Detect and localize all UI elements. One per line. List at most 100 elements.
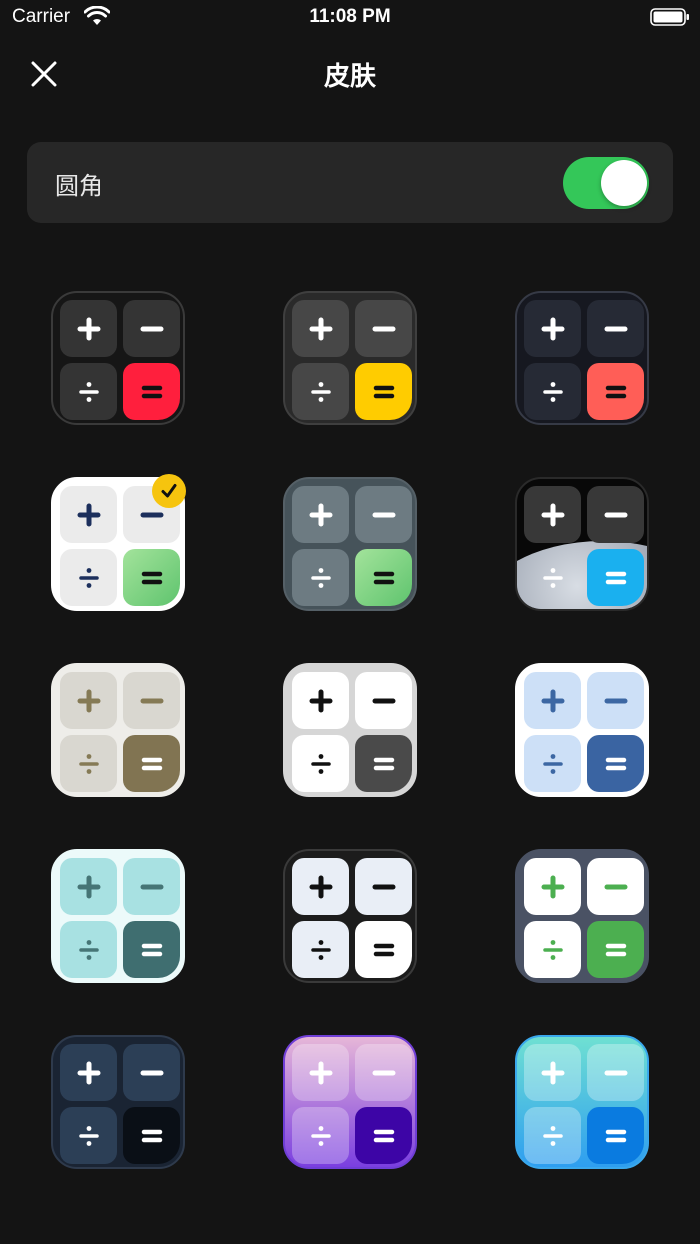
divide-icon (542, 381, 563, 402)
plus-icon (309, 689, 332, 712)
skin-key (60, 858, 117, 915)
divide-icon (542, 753, 563, 774)
skin-option[interactable] (515, 663, 649, 797)
skin-key (292, 1044, 349, 1101)
skin-key (292, 549, 349, 606)
skin-key (524, 363, 581, 420)
skin-key (587, 1107, 644, 1164)
skin-option[interactable] (51, 1035, 185, 1169)
divide-icon (78, 753, 99, 774)
skin-key (524, 300, 581, 357)
skin-key (355, 363, 412, 420)
skin-key (355, 1107, 412, 1164)
minus-icon (140, 1070, 163, 1075)
skin-key (524, 1107, 581, 1164)
skin-option[interactable] (515, 849, 649, 983)
skin-key (587, 300, 644, 357)
skin-key (123, 858, 180, 915)
plus-icon (77, 875, 100, 898)
skin-key (292, 486, 349, 543)
minus-icon (604, 512, 627, 517)
skin-key (60, 549, 117, 606)
skin-key (292, 300, 349, 357)
skin-key (292, 1107, 349, 1164)
equals-icon (141, 571, 162, 584)
minus-icon (372, 698, 395, 703)
skin-key (292, 363, 349, 420)
skin-key (60, 1107, 117, 1164)
divide-icon (542, 567, 563, 588)
minus-icon (140, 326, 163, 331)
skin-option[interactable] (51, 663, 185, 797)
skin-option[interactable] (283, 477, 417, 611)
skin-option[interactable] (515, 1035, 649, 1169)
skin-key (524, 486, 581, 543)
skin-option[interactable] (283, 849, 417, 983)
equals-icon (141, 1129, 162, 1142)
skin-option[interactable] (51, 849, 185, 983)
skin-key (355, 486, 412, 543)
skin-key (587, 735, 644, 792)
skin-option[interactable] (51, 291, 185, 425)
skin-key (587, 921, 644, 978)
divide-icon (78, 939, 99, 960)
skin-key (123, 1044, 180, 1101)
minus-icon (140, 698, 163, 703)
equals-icon (373, 757, 394, 770)
divide-icon (310, 567, 331, 588)
minus-icon (372, 512, 395, 517)
skin-option[interactable] (283, 663, 417, 797)
skin-option[interactable] (283, 1035, 417, 1169)
plus-icon (309, 503, 332, 526)
skin-key (355, 300, 412, 357)
skin-key (60, 300, 117, 357)
skin-key (587, 672, 644, 729)
plus-icon (541, 317, 564, 340)
skin-key (355, 735, 412, 792)
skin-key (524, 858, 581, 915)
skin-key (292, 858, 349, 915)
equals-icon (605, 571, 626, 584)
minus-icon (372, 1070, 395, 1075)
skin-key (60, 1044, 117, 1101)
minus-icon (372, 884, 395, 889)
divide-icon (542, 939, 563, 960)
plus-icon (77, 317, 100, 340)
skin-option[interactable] (515, 477, 649, 611)
skin-key (123, 1107, 180, 1164)
skin-key (60, 735, 117, 792)
skin-key (524, 1044, 581, 1101)
minus-icon (604, 326, 627, 331)
plus-icon (541, 503, 564, 526)
plus-icon (309, 875, 332, 898)
skin-key (123, 363, 180, 420)
skin-key (123, 672, 180, 729)
plus-icon (77, 503, 100, 526)
skin-key (292, 672, 349, 729)
equals-icon (141, 757, 162, 770)
skin-key (587, 549, 644, 606)
skin-key (292, 921, 349, 978)
skin-key (123, 549, 180, 606)
equals-icon (373, 571, 394, 584)
equals-icon (605, 757, 626, 770)
skin-key (524, 921, 581, 978)
skin-grid (0, 0, 700, 1244)
skin-key (524, 735, 581, 792)
skin-key (587, 1044, 644, 1101)
minus-icon (604, 698, 627, 703)
plus-icon (541, 1061, 564, 1084)
skin-option[interactable] (283, 291, 417, 425)
skin-option[interactable] (515, 291, 649, 425)
equals-icon (373, 385, 394, 398)
skin-key (355, 921, 412, 978)
divide-icon (310, 753, 331, 774)
minus-icon (372, 326, 395, 331)
skin-key (60, 486, 117, 543)
divide-icon (78, 381, 99, 402)
equals-icon (605, 385, 626, 398)
skin-key (587, 858, 644, 915)
equals-icon (605, 1129, 626, 1142)
skin-key (292, 735, 349, 792)
plus-icon (77, 1061, 100, 1084)
